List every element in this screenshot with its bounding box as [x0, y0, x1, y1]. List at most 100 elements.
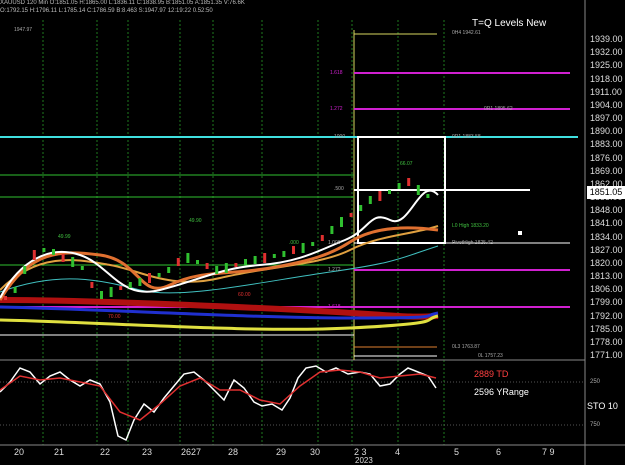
candle [176, 258, 180, 266]
price-tick: 1876.00 [590, 152, 623, 163]
sto-level: 750 [590, 422, 601, 428]
indicator-title: T=Q Levels New [472, 18, 547, 29]
candle [426, 194, 430, 198]
candle [224, 263, 228, 273]
annotation: .000 [289, 240, 299, 246]
candle [4, 296, 7, 300]
candle [301, 243, 305, 253]
level-label: 0R1 1895.62 [484, 106, 513, 112]
price-tick: 1925.00 [590, 60, 623, 71]
chart-header: XAUUSD 120 Min O:1851.05 H:1865.00 L:183… [0, 0, 245, 6]
candle [253, 256, 257, 264]
moving-averages [0, 189, 439, 331]
x-tick: 7 9 [542, 447, 555, 457]
level-label: 0H4 1942.61 [452, 30, 481, 36]
candle [320, 235, 324, 241]
candle [196, 260, 199, 264]
x-year: 2023 [355, 456, 373, 465]
x-tick: 2627 [181, 447, 202, 457]
sto-label: STO 10 [587, 401, 618, 411]
price-tick: 1911.00 [590, 86, 622, 97]
candle [397, 183, 401, 189]
candle [128, 282, 132, 288]
candle [244, 259, 247, 265]
td-label: 2889 TD [474, 369, 509, 379]
candle [52, 249, 55, 255]
x-tick: 23 [142, 447, 153, 457]
x-tick: 22 [100, 447, 111, 457]
price-tick: 1883.00 [590, 139, 623, 150]
x-tick: 6 [496, 447, 502, 457]
price-tick: 1827.00 [590, 244, 623, 255]
price-tick: 1890.00 [590, 126, 623, 137]
level-label: 0L3 1763.87 [452, 344, 480, 350]
candle [263, 253, 267, 263]
level-label: .500 [334, 186, 344, 192]
candle [157, 273, 161, 277]
annotation: 66.07 [400, 161, 413, 167]
x-tick: 4 [395, 447, 401, 457]
top-left-value: 1947.97 [14, 27, 33, 33]
price-tick: 1897.00 [590, 113, 623, 124]
candle [359, 205, 363, 211]
candle [42, 248, 46, 252]
candle [215, 266, 219, 274]
candle [407, 178, 411, 186]
level-label: PivotHigh 1825.42 [452, 240, 493, 246]
price-tick: 1848.00 [590, 205, 623, 216]
current-price-tag: 1851.05 [587, 186, 625, 199]
candle [311, 242, 315, 246]
price-tick: 1932.00 [590, 47, 623, 58]
candle [186, 253, 190, 263]
candle [330, 226, 334, 234]
small-marker [518, 231, 522, 235]
level-label: 0L 1757.23 [478, 353, 503, 359]
candle [109, 287, 113, 297]
candle [205, 263, 209, 269]
price-tick: 1869.00 [590, 165, 623, 176]
annotation: 60.00 [238, 292, 251, 298]
annotation: 49.90 [189, 218, 202, 224]
candle [349, 213, 353, 217]
level-label: 0R1 1883.58 [452, 134, 481, 140]
candle [138, 278, 142, 286]
price-tick: 1939.00 [590, 34, 623, 44]
candle [13, 287, 17, 293]
annotation: 70.00 [108, 314, 121, 320]
candle [61, 254, 65, 262]
chart-subheader: O:1792.15 H:1796.11 L:1785.14 C:1786.59 … [0, 8, 213, 14]
x-tick: 28 [228, 447, 239, 457]
candle [234, 263, 238, 267]
candle [71, 257, 75, 267]
price-chart[interactable] [0, 0, 625, 465]
price-tick: 1841.00 [590, 218, 623, 229]
price-tick: 1806.00 [590, 284, 623, 295]
x-tick: 30 [310, 447, 321, 457]
yrange-label: 2596 YRange [474, 387, 529, 397]
price-tick: 1813.00 [590, 271, 623, 282]
candle [80, 266, 84, 270]
price-tick: 1785.00 [590, 323, 623, 334]
level-label: 1.618 [330, 70, 343, 76]
candle [23, 266, 27, 274]
candle [388, 190, 391, 194]
candle [292, 246, 295, 254]
annotation: 49.99 [58, 234, 71, 240]
candle [378, 191, 382, 201]
candle [272, 254, 276, 258]
price-tick: 1820.00 [590, 257, 623, 268]
level-label: 1.618 [328, 304, 341, 310]
x-tick: 29 [276, 447, 287, 457]
candle [167, 267, 171, 273]
price-tick: 1918.00 [590, 73, 623, 84]
sto-level: 250 [590, 379, 601, 385]
candle [119, 286, 123, 290]
price-tick: 1792.00 [590, 310, 623, 321]
x-tick: 20 [14, 447, 25, 457]
candle [100, 291, 103, 299]
candle [368, 196, 372, 204]
price-tick: 1771.00 [590, 350, 623, 361]
level-label: 1.272 [330, 106, 343, 112]
candle [340, 217, 343, 227]
candle [32, 250, 36, 260]
